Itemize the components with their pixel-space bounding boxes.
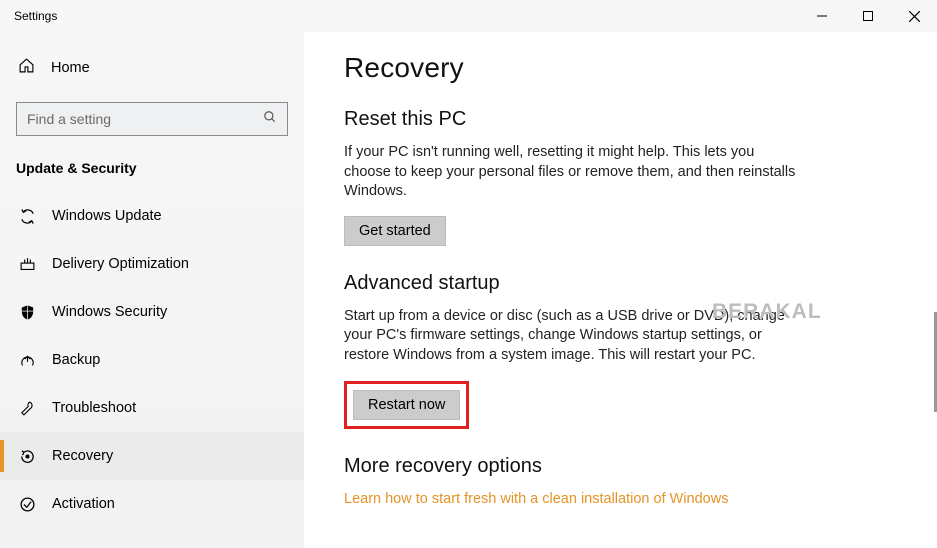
advanced-startup-heading: Advanced startup [344,272,937,295]
minimize-button[interactable] [799,0,845,32]
home-nav[interactable]: Home [0,46,304,90]
page-title: Recovery [344,52,937,84]
sidebar-item-label: Windows Update [52,208,162,224]
reset-pc-heading: Reset this PC [344,108,937,131]
window-title: Settings [14,9,57,23]
wrench-icon [18,400,36,417]
sidebar-item-delivery-optimization[interactable]: Delivery Optimization [0,240,304,288]
check-circle-icon [18,496,36,513]
window-controls [799,0,937,32]
clean-install-link[interactable]: Learn how to start fresh with a clean in… [344,491,728,507]
sidebar-item-label: Windows Security [52,304,167,320]
sync-icon [18,208,36,225]
sidebar-item-label: Activation [52,496,115,512]
search-input[interactable] [27,111,263,127]
delivery-icon [18,256,36,273]
recovery-icon [18,448,36,465]
sidebar-item-label: Delivery Optimization [52,256,189,272]
sidebar-item-windows-security[interactable]: Windows Security [0,288,304,336]
advanced-startup-section: Advanced startup Start up from a device … [344,272,937,430]
sidebar-item-label: Backup [52,352,100,368]
sidebar-item-label: Troubleshoot [52,400,136,416]
search-wrap [0,90,304,146]
reset-pc-body: If your PC isn't running well, resetting… [344,143,804,202]
sidebar-item-label: Recovery [52,448,113,464]
reset-pc-section: Reset this PC If your PC isn't running w… [344,108,937,246]
titlebar: Settings [0,0,937,32]
sidebar-item-activation[interactable]: Activation [0,480,304,528]
search-icon [263,110,277,129]
more-recovery-section: More recovery options Learn how to start… [344,455,937,508]
close-button[interactable] [891,0,937,32]
main-content: Recovery Reset this PC If your PC isn't … [304,32,937,548]
sidebar: Home Update & Security Windows Update [0,32,304,548]
restart-highlight-box: Restart now [344,381,469,429]
backup-icon [18,352,36,369]
sidebar-item-windows-update[interactable]: Windows Update [0,192,304,240]
home-label: Home [51,60,90,76]
maximize-button[interactable] [845,0,891,32]
sidebar-item-recovery[interactable]: Recovery [0,432,304,480]
shield-icon [18,304,36,321]
sidebar-section-heading: Update & Security [0,146,304,192]
sidebar-item-troubleshoot[interactable]: Troubleshoot [0,384,304,432]
advanced-startup-body: Start up from a device or disc (such as … [344,307,804,366]
restart-now-button[interactable]: Restart now [353,390,460,420]
home-icon [18,57,35,79]
sidebar-item-backup[interactable]: Backup [0,336,304,384]
sidebar-nav: Windows Update Delivery Optimization Win… [0,192,304,548]
get-started-button[interactable]: Get started [344,216,446,246]
more-recovery-heading: More recovery options [344,455,937,478]
search-box[interactable] [16,102,288,136]
